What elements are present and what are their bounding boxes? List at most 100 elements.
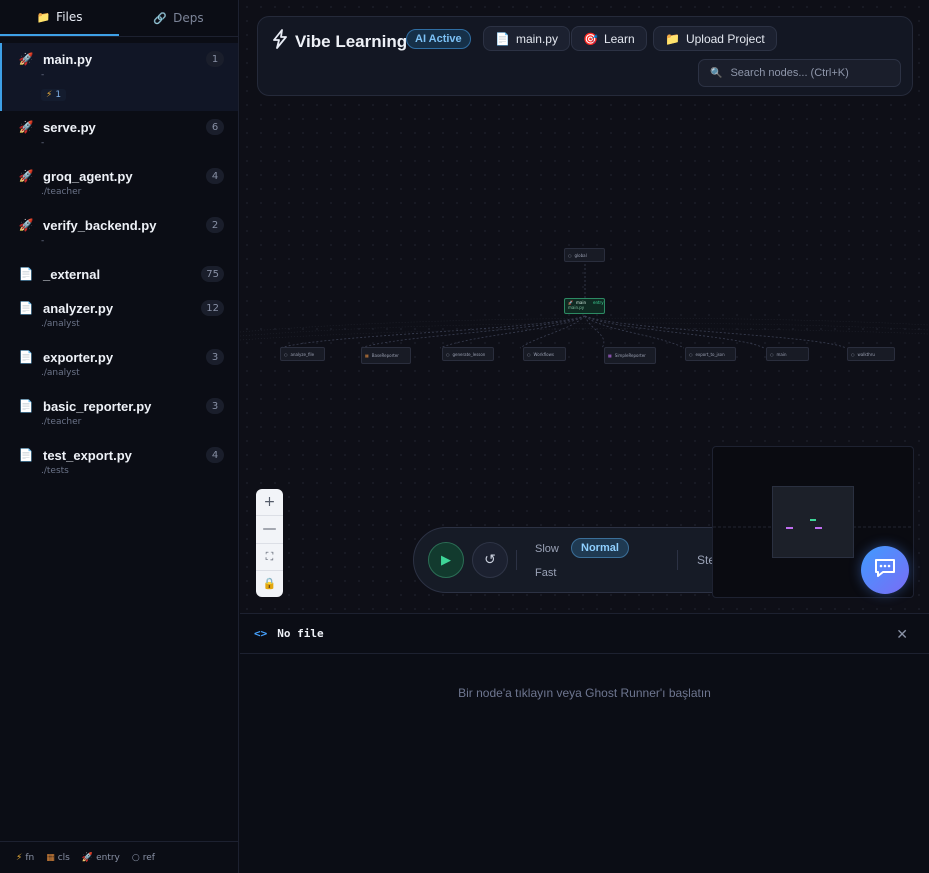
file-path: ./teacher: [41, 417, 82, 427]
legend-label: entry: [96, 852, 120, 863]
folder-icon: 📁: [665, 31, 680, 46]
rocket-icon: 🚀: [81, 852, 94, 863]
lightning-icon: ⚡: [16, 852, 23, 863]
ai-status-badge: AI Active: [406, 29, 471, 49]
lock-button[interactable]: 🔒: [256, 571, 283, 597]
graph-node-main-entry[interactable]: 🚀 main entry main.py: [564, 298, 605, 314]
graph-node-child[interactable]: ○ analyze_file: [280, 347, 325, 361]
minimap-viewport[interactable]: [772, 486, 854, 558]
current-file-button[interactable]: 📄 main.py: [483, 26, 570, 51]
file-item-serve-py[interactable]: 🚀 serve.py 6 -: [0, 111, 238, 160]
file-list: 🚀 main.py 1 - ⚡ 1 🚀 serve.py 6 - 🚀 groq_a…: [0, 37, 238, 488]
minus-icon: —: [262, 521, 277, 538]
file-item-groq-agent-py[interactable]: 🚀 groq_agent.py 4 ./teacher: [0, 160, 238, 209]
file-name: main.py: [43, 51, 93, 67]
file-item-exporter-py[interactable]: 📄 exporter.py 3 ./analyst: [0, 341, 238, 390]
lock-icon: 🔒: [262, 577, 277, 591]
graph-node-child[interactable]: ○ export_to_json: [685, 347, 736, 361]
code-panel-title: No file: [277, 627, 324, 640]
tab-deps[interactable]: 🔗 Deps: [119, 0, 238, 36]
empty-state-message: Bir node'a tıklayın veya Ghost Runner'ı …: [458, 686, 711, 700]
learn-label: Learn: [603, 31, 635, 46]
file-icon: 📄: [18, 448, 34, 462]
circle-icon: ○: [131, 852, 140, 863]
lightning-icon: [271, 29, 289, 54]
file-item-external[interactable]: 📄 _external 75: [0, 258, 238, 292]
node-icon: ○: [568, 252, 572, 258]
class-icon: ▦: [608, 353, 612, 358]
file-icon: 📄: [18, 301, 34, 315]
close-icon[interactable]: ✕: [896, 627, 908, 643]
tab-deps-label: Deps: [173, 11, 204, 25]
function-count-badge: ⚡ 1: [41, 89, 67, 101]
code-panel: <> No file ✕ Bir node'a tıklayın veya Gh…: [240, 613, 929, 873]
play-button[interactable]: ▶: [428, 542, 464, 578]
file-name: serve.py: [43, 119, 96, 135]
link-icon: 🔗: [153, 11, 168, 25]
file-item-test-export-py[interactable]: 📄 test_export.py 4 ./tests: [0, 439, 238, 488]
learn-button[interactable]: 🎯 Learn: [571, 26, 647, 51]
file-count: 3: [206, 398, 224, 414]
graph-node-child[interactable]: ○ walkthru: [847, 347, 895, 361]
file-name: exporter.py: [43, 349, 114, 365]
code-icon: <>: [254, 627, 268, 640]
file-count: 75: [201, 266, 224, 282]
graph-canvas[interactable]: ○ global 🚀 main entry main.py ○ analyze_fil…: [240, 0, 929, 613]
upload-project-button[interactable]: 📁 Upload Project: [653, 26, 777, 51]
sidebar-tabs: 📁 Files 🔗 Deps: [0, 0, 238, 37]
file-icon: 📄: [18, 267, 34, 281]
node-label: global: [574, 252, 587, 258]
node-badge: entry: [592, 300, 604, 305]
reset-button[interactable]: ↺: [472, 542, 508, 578]
graph-node-child[interactable]: ○ Workflows: [523, 347, 566, 361]
graph-node-child[interactable]: ▦ SimpleReporter: [604, 347, 656, 364]
graph-node-global[interactable]: ○ global: [564, 248, 605, 262]
search-input[interactable]: [730, 67, 891, 79]
search-box[interactable]: 🔍: [698, 59, 901, 87]
file-count: 2: [206, 217, 224, 233]
node-icon: ○: [851, 351, 855, 357]
minimap-node: [815, 527, 822, 529]
node-icon: ○: [446, 351, 450, 357]
node-icon: ○: [689, 351, 693, 357]
speed-normal[interactable]: Normal: [571, 538, 629, 558]
graph-node-child[interactable]: ○ main: [766, 347, 809, 361]
node-label: main: [776, 351, 787, 357]
node-label: analyze_file: [290, 351, 315, 357]
zoom-out-button[interactable]: —: [256, 516, 283, 544]
file-path: ./tests: [41, 466, 69, 476]
search-icon: 🔍: [710, 67, 723, 79]
node-label: Workflows: [533, 351, 554, 357]
file-path: -: [41, 236, 45, 246]
file-item-analyzer-py[interactable]: 📄 analyzer.py 12 ./analyst: [0, 292, 238, 341]
file-name: basic_reporter.py: [43, 398, 152, 414]
fit-view-button[interactable]: ⛶: [256, 544, 283, 571]
rocket-icon: 🚀: [18, 52, 34, 66]
current-file-label: main.py: [515, 31, 558, 46]
speed-fast[interactable]: Fast: [535, 567, 556, 579]
graph-node-child[interactable]: ○ generate_lesson: [442, 347, 494, 361]
legend-label: ref: [142, 852, 155, 863]
chat-icon: [873, 557, 897, 583]
file-name: groq_agent.py: [43, 168, 133, 184]
file-name: test_export.py: [43, 447, 132, 463]
zoom-in-button[interactable]: +: [256, 489, 283, 517]
zoom-controls: + — ⛶ 🔒: [256, 489, 283, 597]
tab-files[interactable]: 📁 Files: [0, 0, 119, 36]
graph-node-child[interactable]: ▦ BaseReporter: [361, 347, 411, 364]
chat-button[interactable]: [861, 546, 909, 594]
upload-label: Upload Project: [685, 31, 765, 46]
legend-item-ref: ○ ref: [132, 853, 155, 863]
file-item-basic-reporter-py[interactable]: 📄 basic_reporter.py 3 ./teacher: [0, 390, 238, 439]
file-item-main-py[interactable]: 🚀 main.py 1 - ⚡ 1: [0, 43, 238, 111]
file-path: -: [41, 70, 45, 80]
file-name: analyzer.py: [43, 300, 114, 316]
speed-slow[interactable]: Slow: [535, 543, 559, 555]
app-title: Vibe Learning: [295, 31, 408, 51]
file-icon: 📄: [495, 31, 510, 46]
file-item-verify-backend-py[interactable]: 🚀 verify_backend.py 2 -: [0, 209, 238, 258]
file-count: 1: [206, 51, 224, 67]
badge-value: 1: [55, 90, 62, 100]
folder-icon: 📁: [36, 10, 51, 24]
node-label: BaseReporter: [371, 353, 399, 358]
